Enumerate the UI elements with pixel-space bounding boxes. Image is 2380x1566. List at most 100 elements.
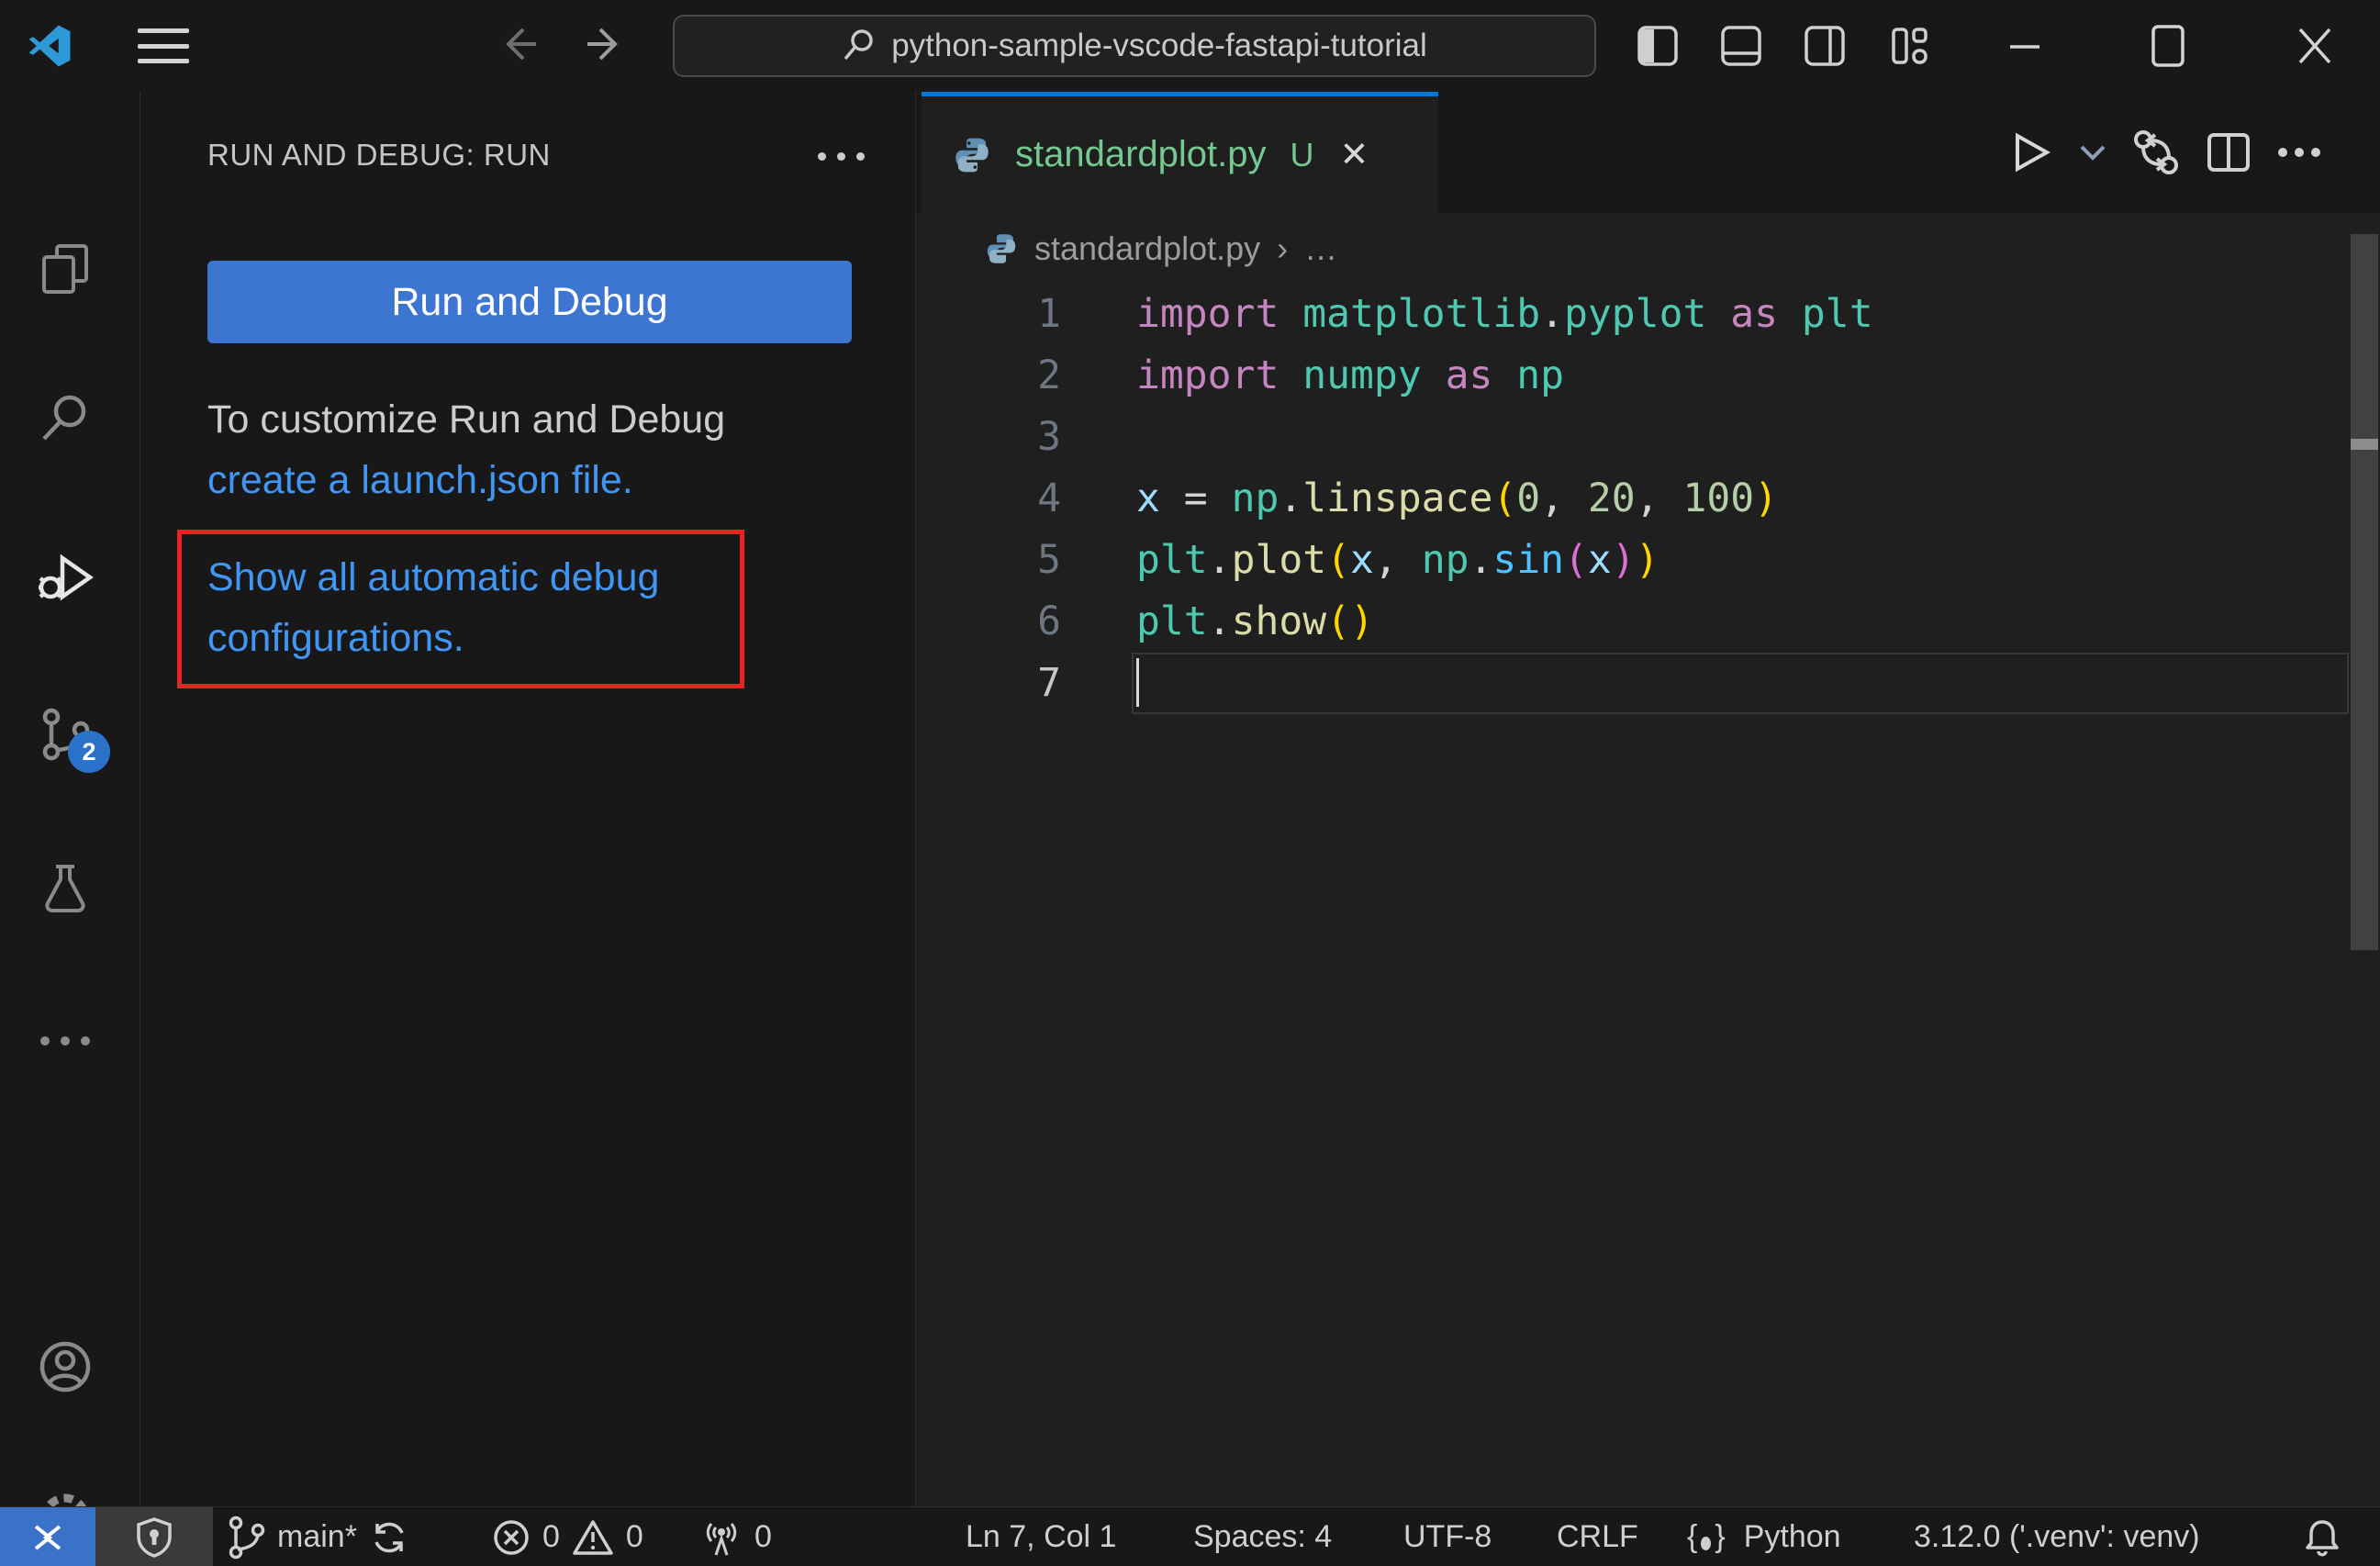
problems-status[interactable]: 0 0: [491, 1507, 643, 1566]
git-branch-icon: [229, 1516, 265, 1559]
shield-icon: [137, 1516, 172, 1558]
split-editor-icon[interactable]: [2205, 129, 2252, 176]
command-center-search[interactable]: python-sample-vscode-fastapi-tutorial: [673, 15, 1596, 77]
line-number[interactable]: 2: [916, 352, 1061, 398]
show-automatic-debug-configurations-link[interactable]: Show all automatic debug configurations.: [207, 547, 659, 668]
code-text: import numpy as np: [1136, 352, 1565, 398]
views-more-actions-icon[interactable]: [818, 140, 873, 173]
accounts-icon[interactable]: [17, 1337, 113, 1396]
toggle-secondary-sidebar-icon[interactable]: [1803, 24, 1847, 68]
vscode-window: python-sample-vscode-fastapi-tutorial 2 …: [0, 0, 2380, 1566]
editor-more-actions-icon[interactable]: [2276, 145, 2322, 160]
run-dropdown-chevron-icon[interactable]: [2078, 141, 2107, 163]
toggle-panel-icon[interactable]: [1719, 24, 1763, 68]
scm-badge: 2: [68, 731, 110, 773]
language-name: Python: [1743, 1519, 1841, 1554]
menu-icon[interactable]: [138, 28, 189, 63]
create-launch-json-link[interactable]: create a launch.json file.: [207, 458, 633, 502]
code-line[interactable]: 2 import numpy as np: [916, 344, 2380, 406]
braces-dot: [1701, 1537, 1712, 1550]
workspace-trust-badge[interactable]: [95, 1507, 213, 1566]
notifications-bell[interactable]: [2302, 1507, 2342, 1566]
vscode-logo-icon: [28, 25, 71, 67]
tab-filename: standardplot.py: [1015, 134, 1267, 174]
tab-bar: standardplot.py U ✕: [916, 92, 2380, 213]
code-line[interactable]: 1 import matplotlib.pyplot as plt: [916, 283, 2380, 344]
customize-layout-icon[interactable]: [1888, 24, 1932, 68]
braces-icon: {: [1687, 1519, 1698, 1554]
remote-indicator[interactable]: [0, 1507, 95, 1566]
search-value: python-sample-vscode-fastapi-tutorial: [891, 28, 1427, 63]
customize-hint-text: To customize Run and Debug create a laun…: [207, 397, 726, 502]
minimize-button[interactable]: [2003, 24, 2047, 68]
editor-group: standardplot.py U ✕ standardplot.py › … …: [915, 92, 2380, 1506]
git-branch-status[interactable]: main*: [226, 1507, 410, 1566]
tab-close-icon[interactable]: ✕: [1340, 134, 1369, 175]
code-text: plt.plot(x, np.sin(x)): [1136, 536, 1659, 583]
code-line[interactable]: 7: [916, 652, 2380, 713]
branch-name: main*: [277, 1519, 357, 1554]
breadcrumb-symbol-ellipsis[interactable]: …: [1304, 229, 1337, 268]
line-number[interactable]: 3: [916, 414, 1061, 460]
python-interpreter-status[interactable]: 3.12.0 ('.venv': venv): [1914, 1507, 2200, 1566]
run-python-file-icon[interactable]: [2006, 129, 2054, 176]
tab-standardplot[interactable]: standardplot.py U ✕: [922, 92, 1438, 213]
line-number[interactable]: 1: [916, 291, 1061, 337]
indentation-status[interactable]: Spaces: 4: [1193, 1507, 1332, 1566]
maximize-button[interactable]: [2146, 24, 2190, 68]
python-file-icon: [955, 138, 989, 172]
errors-icon: [494, 1519, 529, 1555]
search-view-icon[interactable]: [17, 388, 113, 447]
git-untracked-indicator: U: [1290, 135, 1314, 173]
python-file-icon: [987, 234, 1016, 263]
code-text: import matplotlib.pyplot as plt: [1136, 290, 1873, 337]
radio-tower-icon: [706, 1522, 737, 1555]
breadcrumb-separator-icon: ›: [1277, 229, 1289, 267]
close-button[interactable]: [2293, 24, 2337, 68]
warnings-icon: [573, 1519, 613, 1555]
overview-ruler-cursor-marker: [2351, 439, 2378, 450]
remote-icon: [34, 1524, 61, 1550]
search-icon: [844, 29, 873, 61]
editor-scrollbar[interactable]: [2351, 234, 2378, 950]
code-line[interactable]: 6 plt.show(): [916, 590, 2380, 652]
code-area[interactable]: 1 import matplotlib.pyplot as plt 2 import …: [916, 283, 2380, 713]
errors-count: 0: [542, 1519, 560, 1554]
ports-status[interactable]: 0: [699, 1507, 772, 1566]
line-number[interactable]: 7: [916, 660, 1061, 706]
line-number[interactable]: 6: [916, 598, 1061, 644]
sync-icon: [374, 1522, 404, 1552]
breadcrumb[interactable]: standardplot.py › …: [985, 213, 1337, 285]
sidebar-title: RUN AND DEBUG: RUN: [207, 138, 551, 172]
toggle-primary-sidebar-icon[interactable]: [1636, 24, 1680, 68]
breadcrumb-file[interactable]: standardplot.py: [1034, 229, 1260, 268]
run-and-debug-button[interactable]: Run and Debug: [207, 261, 852, 343]
bell-icon: [2306, 1519, 2339, 1556]
open-changes-icon[interactable]: [2131, 128, 2181, 177]
line-number[interactable]: 4: [916, 475, 1061, 521]
ports-count: 0: [754, 1519, 772, 1554]
explorer-icon[interactable]: [17, 240, 113, 298]
line-number[interactable]: 5: [916, 537, 1061, 583]
warnings-count: 0: [625, 1519, 643, 1554]
cursor-position-status[interactable]: Ln 7, Col 1: [966, 1507, 1116, 1566]
status-bar: main* 0 0 0 Ln 7, Col 1 Spaces: 4 UTF-8 …: [0, 1506, 2380, 1566]
testing-icon[interactable]: [17, 859, 113, 918]
back-arrow-icon[interactable]: [496, 20, 543, 68]
eol-status[interactable]: CRLF: [1557, 1507, 1638, 1566]
code-text: x = np.linspace(0, 20, 100): [1136, 475, 1779, 521]
code-line[interactable]: 3: [916, 406, 2380, 467]
code-line[interactable]: 4 x = np.linspace(0, 20, 100): [916, 467, 2380, 529]
braces-icon: }: [1715, 1519, 1726, 1554]
code-line[interactable]: 5 plt.plot(x, np.sin(x)): [916, 529, 2380, 590]
language-mode-status[interactable]: {} Python: [1687, 1507, 1841, 1566]
run-and-debug-sidebar: RUN AND DEBUG: RUN Run and Debug To cust…: [140, 92, 915, 1506]
code-text: plt.show(): [1136, 598, 1374, 644]
editor-toolbar: [2006, 92, 2322, 213]
forward-arrow-icon[interactable]: [580, 20, 628, 68]
activity-bar: 2 BR: [0, 92, 140, 1566]
encoding-status[interactable]: UTF-8: [1403, 1507, 1492, 1566]
title-bar: python-sample-vscode-fastapi-tutorial: [0, 0, 2380, 93]
more-views-icon[interactable]: [17, 1012, 113, 1070]
run-and-debug-icon[interactable]: [17, 548, 113, 607]
